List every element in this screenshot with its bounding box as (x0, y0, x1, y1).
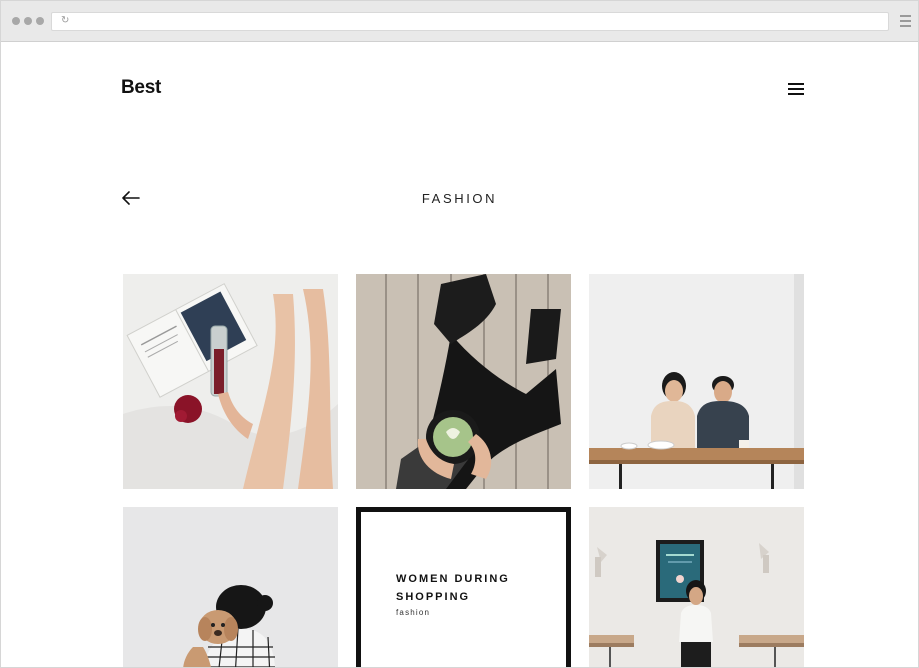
woman-in-cafe-photo[interactable] (589, 507, 804, 667)
post-card[interactable]: WOMEN DURING SHOPPING fashion (356, 507, 571, 667)
magazine-and-drink-on-bed-photo[interactable] (123, 274, 338, 489)
window-dot[interactable] (36, 17, 44, 25)
site-logo[interactable]: Best (121, 77, 161, 99)
post-category[interactable]: fashion (396, 608, 430, 617)
woman-with-dog-photo[interactable] (123, 507, 338, 667)
page: Best FASHION WOMEN DURING SHOPPING fashi… (1, 43, 918, 667)
category-title: FASHION (421, 191, 498, 206)
matcha-latte-on-wooden-floor-photo[interactable] (356, 274, 571, 489)
browser-window: ↻ Best FASHION WOMEN DURING SHOPPING fas… (0, 0, 919, 668)
browser-toolbar: ↻ (1, 1, 918, 42)
window-dot[interactable] (24, 17, 32, 25)
post-title[interactable]: WOMEN DURING SHOPPING (396, 570, 556, 606)
window-controls (12, 17, 44, 25)
window-dot[interactable] (12, 17, 20, 25)
browser-menu-icon[interactable] (900, 15, 911, 27)
post-title-line: SHOPPING (396, 591, 471, 603)
reload-icon[interactable]: ↻ (61, 16, 71, 26)
couple-at-cafe-table-photo[interactable] (589, 274, 804, 489)
post-title-line: WOMEN DURING (396, 573, 510, 585)
address-bar[interactable]: ↻ (51, 12, 889, 31)
hamburger-menu-icon[interactable] (788, 83, 804, 96)
